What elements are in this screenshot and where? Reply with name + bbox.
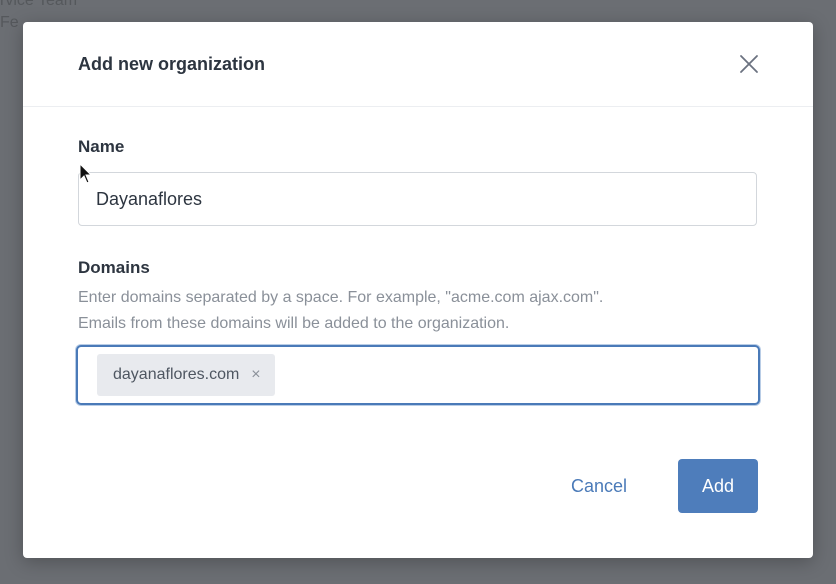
name-label: Name bbox=[78, 137, 125, 156]
mouse-pointer-icon bbox=[79, 162, 93, 190]
domains-help-text: Enter domains separated by a space. For … bbox=[78, 285, 758, 337]
domain-tag: dayanaflores.com × bbox=[97, 354, 275, 396]
close-icon bbox=[740, 55, 758, 73]
dialog-title: Add new organization bbox=[78, 54, 265, 74]
background-secondary-label: Fe bbox=[0, 14, 19, 31]
domains-help-line-2: Emails from these domains will be added … bbox=[78, 315, 510, 332]
dialog-header: Add new organization bbox=[23, 22, 813, 107]
domain-tag-label: dayanaflores.com bbox=[113, 366, 240, 383]
background-team-label: rvice Team bbox=[0, 0, 78, 9]
domains-label: Domains bbox=[78, 258, 150, 277]
cancel-button[interactable]: Cancel bbox=[553, 460, 645, 512]
close-button[interactable] bbox=[737, 52, 761, 76]
add-organization-dialog: Add new organization Name Domains Enter … bbox=[23, 22, 813, 558]
domains-help-line-1: Enter domains separated by a space. For … bbox=[78, 289, 604, 306]
domain-entry-input[interactable] bbox=[308, 355, 742, 397]
domains-tag-input[interactable]: dayanaflores.com × bbox=[76, 345, 760, 405]
add-button[interactable]: Add bbox=[678, 459, 758, 513]
remove-tag-icon[interactable]: × bbox=[251, 366, 260, 384]
name-input[interactable] bbox=[78, 172, 757, 226]
